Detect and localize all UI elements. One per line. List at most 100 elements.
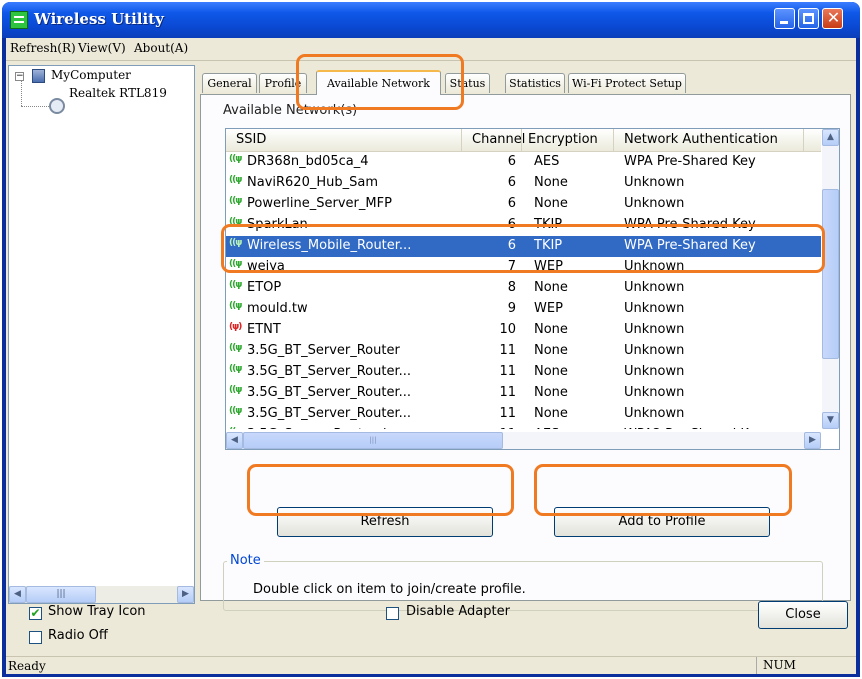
hscroll-thumb[interactable]: ||| [243,432,503,449]
encryption-cell: WEP [534,301,563,316]
ssid-cell: ((ψ 3.5G_BT_Server_Router [229,343,400,358]
tree-adapter-label[interactable]: Realtek RTL819 [69,86,167,100]
tree-hscrollbar[interactable]: ◀ ||| ▶ [9,586,194,603]
encryption-cell: None [534,385,568,400]
tab-wifi-protect-setup[interactable]: Wi-Fi Protect Setup [568,73,686,93]
column-channel[interactable]: Channel [462,129,525,151]
refresh-button[interactable]: Refresh [277,507,493,537]
app-icon [10,11,28,29]
encryption-cell: AES [534,154,560,169]
show-tray-icon-checkbox[interactable]: ✔ [29,607,42,620]
ssid-text: 3.5G_BT_Server_Router... [247,406,412,421]
signal-icon: (ψ) [229,322,242,332]
network-row[interactable]: ((ψ DR368n_bd05ca_4 6 AES WPA Pre-Shared Key [226,152,821,173]
maximize-button[interactable] [798,8,819,29]
column-ssid[interactable]: SSID [226,129,462,151]
minimize-button[interactable] [774,8,795,29]
tab-status[interactable]: Status [445,73,490,93]
vscroll-thumb[interactable] [822,189,839,359]
network-row[interactable]: ((ψ mould.tw 9 WEP Unknown [226,299,821,320]
ssid-text: ETOP [247,280,282,295]
encryption-cell: None [534,196,568,211]
column-authentication[interactable]: Network Authentication [614,129,804,151]
disable-adapter-label: Disable Adapter [406,604,510,619]
close-button[interactable]: Close [758,601,848,629]
window-title: Wireless Utility [34,10,164,28]
auth-cell: Unknown [624,196,685,211]
maximize-icon [803,13,814,24]
auth-cell: Unknown [624,343,685,358]
signal-icon: ((ψ [229,301,242,311]
network-row[interactable]: ((ψ 3.5G_BT_Server_Router... 11 None Unknown [226,383,821,404]
ssid-cell: ((ψ ETOP [229,280,281,295]
network-row[interactable]: ((ψ 3.5G_BT_Server_Router 11 None Unknown [226,341,821,362]
network-list[interactable]: SSID Channel Encryption Network Authenti… [225,128,840,450]
ssid-cell: ((ψ weiya [229,259,285,274]
list-hscrollbar[interactable]: ◀ ||| ▶ [226,432,821,449]
menu-view[interactable]: View(V) [78,41,126,55]
scroll-thumb[interactable]: ||| [26,586,96,603]
auth-cell: Unknown [624,175,685,190]
signal-icon: ((ψ [229,217,242,227]
tab-profile[interactable]: Profile [259,73,307,93]
radio-off-checkbox[interactable] [29,631,42,644]
scroll-down-icon[interactable]: ▼ [822,412,839,429]
client-area: Refresh(R) View(V) About(A) − MyComputer… [6,38,856,674]
scroll-left-icon[interactable]: ◀ [9,586,26,603]
list-vscrollbar[interactable]: ▲ ▼ [822,129,839,429]
network-row[interactable]: ((ψ Powerline_Server_MFP 6 None Unknown [226,194,821,215]
encryption-cell: None [534,322,568,337]
collapse-icon[interactable]: − [15,72,24,81]
network-row[interactable]: (ψ) ETNT 10 None Unknown [226,320,821,341]
ssid-cell: ((ψ 3.5G_BT_Server_Router... [229,406,411,421]
scroll-left-icon[interactable]: ◀ [226,432,243,449]
column-encryption[interactable]: Encryption [522,129,614,151]
tree-line [21,106,49,108]
menu-about[interactable]: About(A) [134,41,188,55]
device-tree[interactable]: − MyComputer Realtek RTL819 ◀ ||| ▶ [8,65,195,604]
available-network-page: Available Network(s) SSID Channel Encryp… [200,94,851,611]
add-to-profile-button[interactable]: Add to Profile [554,507,770,537]
channel-cell: 7 [507,259,516,274]
ssid-text: 3.5G_BT_Server_Router... [247,364,412,379]
ssid-text: ETNT [247,322,281,337]
network-row[interactable]: ((ψ3.5G_Server_Router_ba... 11 AES WPA2 Pre… [226,425,821,429]
encryption-cell: None [534,280,568,295]
signal-icon: ((ψ [229,154,242,164]
auth-cell: WPA Pre-Shared Key [624,217,756,232]
auth-cell: WPA Pre-Shared Key [624,238,756,253]
network-row[interactable]: ((ψ 3.5G_BT_Server_Router... 11 None Unknown [226,404,821,425]
tab-statistics[interactable]: Statistics [505,73,565,93]
network-row[interactable]: ((ψ Wireless_Mobile_Router... 6 TKIP WPA Pre… [226,236,821,257]
ssid-cell: ((ψ SparkLan [229,217,308,232]
scroll-right-icon[interactable]: ▶ [804,432,821,449]
channel-cell: 11 [499,364,516,379]
scroll-up-icon[interactable]: ▲ [822,129,839,146]
menu-refresh[interactable]: Refresh(R) [10,41,76,55]
network-row[interactable]: ((ψ ETOP 8 None Unknown [226,278,821,299]
ssid-text: 3.5G_Server_Router_ba... [247,427,412,429]
network-row[interactable]: ((ψ SparkLan 6 TKIP WPA Pre-Shared Key [226,215,821,236]
network-row[interactable]: ((ψ weiya 7 WEP Unknown [226,257,821,278]
tree-root-label[interactable]: MyComputer [51,68,131,82]
ssid-cell: ((ψ 3.5G_BT_Server_Router... [229,385,411,400]
ssid-cell: ((ψ DR368n_bd05ca_4 [229,154,369,169]
channel-cell: 9 [507,301,516,316]
auth-cell: Unknown [624,322,685,337]
tab-available-network[interactable]: Available Network [316,70,441,95]
network-row[interactable]: ((ψ NaviR620_Hub_Sam 6 None Unknown [226,173,821,194]
ssid-text: weiya [247,259,285,274]
signal-icon: ((ψ [229,280,242,290]
network-row[interactable]: ((ψ 3.5G_BT_Server_Router... 11 None Unknown [226,362,821,383]
status-bar: Ready NUM [6,656,856,675]
tab-general[interactable]: General [202,73,257,93]
scroll-right-icon[interactable]: ▶ [177,586,194,603]
signal-icon: ((ψ [229,385,242,395]
minimize-icon [780,21,788,24]
computer-icon [32,69,45,83]
close-window-button[interactable]: ✕ [822,8,843,29]
ssid-text: Powerline_Server_MFP [247,196,392,211]
encryption-cell: TKIP [534,217,563,232]
disable-adapter-checkbox[interactable] [386,607,399,620]
title-bar[interactable]: Wireless Utility ✕ [2,2,860,38]
